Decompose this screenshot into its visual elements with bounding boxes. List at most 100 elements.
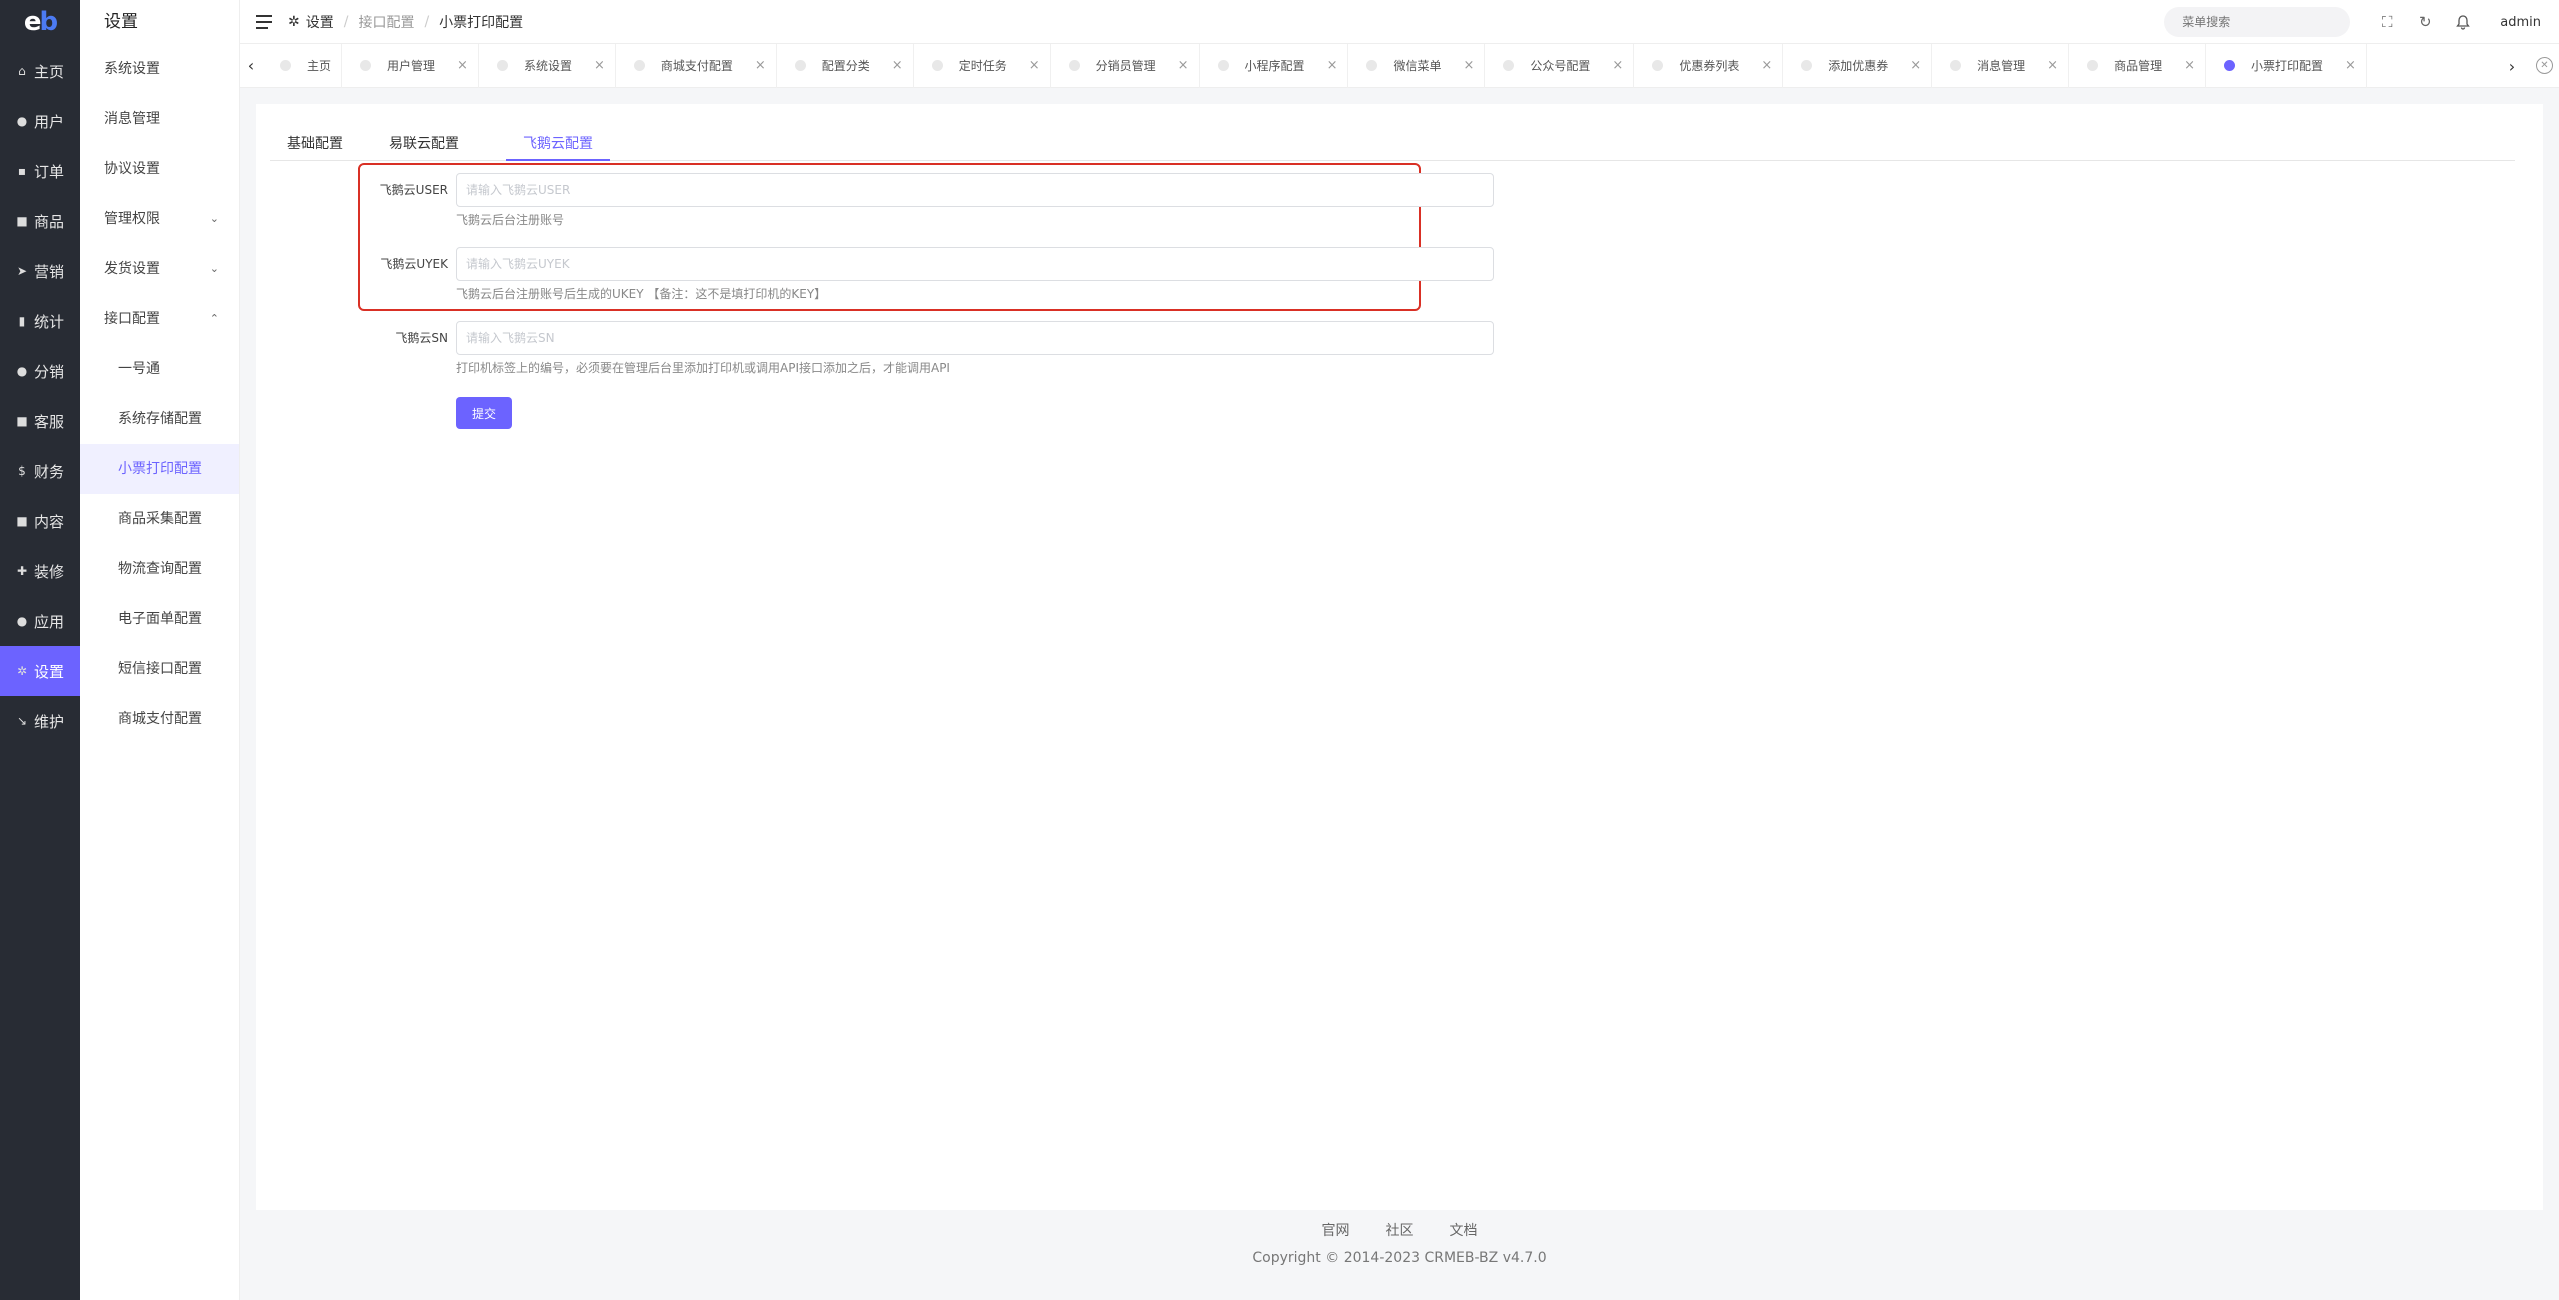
menu-toggle-icon[interactable]	[256, 14, 272, 29]
tab-label: 优惠券列表	[1679, 59, 1740, 73]
gear-icon: ✲	[288, 13, 300, 30]
sub-menu-item[interactable]: 短信接口配置	[80, 644, 239, 694]
nav-item[interactable]: ● 应用	[0, 596, 80, 646]
page-tab[interactable]: 用户管理 ×	[342, 43, 479, 88]
book-icon: ■	[16, 514, 28, 528]
tab-label: 商品管理	[2114, 59, 2163, 73]
fullscreen-icon[interactable]: ⛶	[2378, 13, 2396, 31]
tab-label: 微信菜单	[1393, 59, 1442, 73]
config-tab[interactable]: 易联云配置	[372, 128, 476, 161]
tab-status-dot	[931, 60, 943, 71]
tab-close-icon[interactable]: ×	[2345, 58, 2356, 73]
tab-status-dot	[1503, 60, 1515, 71]
page-tab[interactable]: 系统设置 ×	[479, 43, 616, 88]
page-tab[interactable]: 小程序配置 ×	[1200, 43, 1349, 88]
nav-item[interactable]: $ 财务	[0, 446, 80, 496]
page-tab[interactable]: 商品管理 ×	[2069, 43, 2206, 88]
tab-close-icon[interactable]: ×	[594, 58, 605, 73]
sub-menu-item[interactable]: 管理权限 ⌄	[80, 194, 239, 244]
tabs-scroll-right-icon[interactable]: ›	[2501, 44, 2523, 88]
nav-item[interactable]: ✲ 设置	[0, 646, 80, 696]
tab-status-dot	[633, 60, 645, 71]
user-name[interactable]: admin	[2500, 15, 2541, 30]
main-nav: ⌂ 主页 ● 用户 ▪ 订单 ■ 商品 ➤ 营销 ▮ 统计 ● 分销 ■ 客服 $ 财务 ■ 内容 ✚ 装修 ● 应用 ✲ 设置 ↘…	[0, 46, 80, 746]
tab-close-icon[interactable]: ×	[1029, 58, 1040, 73]
nav-item[interactable]: ↘ 维护	[0, 696, 80, 746]
nav-item-label: 商品	[33, 212, 64, 231]
chat-icon: ■	[16, 414, 28, 428]
tab-close-icon[interactable]: ×	[1612, 58, 1623, 73]
sub-menu-item[interactable]: 发货设置 ⌄	[80, 244, 239, 294]
tab-close-icon[interactable]: ×	[1761, 58, 1772, 73]
page-tab[interactable]: 商城支付配置 ×	[616, 43, 777, 88]
sub-menu-item[interactable]: 接口配置 ⌃	[80, 294, 239, 344]
page-tab[interactable]: 分销员管理 ×	[1051, 43, 1200, 88]
nav-item[interactable]: ▮ 统计	[0, 296, 80, 346]
tab-close-icon[interactable]: ×	[1463, 58, 1474, 73]
copyright: Copyright © 2014-2023 CRMEB-BZ v4.7.0	[1252, 1250, 1547, 1266]
nav-item[interactable]: ➤ 营销	[0, 246, 80, 296]
tab-status-dot	[1652, 60, 1664, 71]
breadcrumb-mid[interactable]: 接口配置	[358, 12, 414, 32]
header-actions: ⛶ ↻ admin	[2164, 0, 2541, 44]
tab-close-icon[interactable]: ×	[2184, 58, 2195, 73]
sub-menu-item[interactable]: 商品采集配置	[80, 494, 239, 544]
tab-close-icon[interactable]: ×	[457, 58, 468, 73]
page-tab[interactable]: 优惠券列表 ×	[1634, 43, 1784, 88]
sub-menu-item[interactable]: 商城支付配置	[80, 694, 239, 744]
page-tab[interactable]: 微信菜单 ×	[1348, 43, 1486, 88]
tab-close-icon[interactable]: ×	[1910, 58, 1921, 73]
nav-item[interactable]: ⌂ 主页	[0, 46, 80, 96]
nav-item[interactable]: ✚ 装修	[0, 546, 80, 596]
sub-menu-item[interactable]: 一号通	[80, 344, 239, 394]
logo[interactable]: eb	[0, 0, 80, 44]
page-tab[interactable]: 主页	[262, 43, 343, 88]
sub-menu-item[interactable]: 协议设置	[80, 144, 239, 194]
page-tab[interactable]: 定时任务 ×	[914, 43, 1051, 88]
tab-close-icon[interactable]: ×	[2047, 58, 2058, 73]
config-tab[interactable]: 基础配置	[270, 128, 360, 161]
footer-link[interactable]: 官网	[1322, 1223, 1350, 1239]
submit-button[interactable]: 提交	[456, 397, 512, 429]
close-all-tabs-icon[interactable]: ✕	[2536, 57, 2553, 74]
nav-item[interactable]: ● 用户	[0, 96, 80, 146]
sub-menu-item-label: 电子面单配置	[118, 611, 202, 627]
footer-link[interactable]: 社区	[1386, 1223, 1414, 1239]
page-tab[interactable]: 添加优惠券 ×	[1783, 43, 1933, 88]
breadcrumb-root[interactable]: 设置	[306, 12, 334, 32]
nav-item[interactable]: ■ 商品	[0, 196, 80, 246]
user-icon: ●	[16, 114, 28, 128]
sub-menu-item[interactable]: 消息管理	[80, 94, 239, 144]
sub-menu-item[interactable]: 物流查询配置	[80, 544, 239, 594]
tab-label: 商城支付配置	[660, 59, 733, 73]
uyek-input[interactable]	[456, 247, 1494, 281]
user-input[interactable]	[456, 173, 1494, 207]
sub-menu-item[interactable]: 小票打印配置	[80, 444, 239, 494]
bell-icon[interactable]	[2454, 13, 2472, 31]
config-tab[interactable]: 飞鹅云配置	[506, 128, 610, 161]
nav-item[interactable]: ▪ 订单	[0, 146, 80, 196]
nav-item[interactable]: ● 分销	[0, 346, 80, 396]
tab-status-dot	[1801, 60, 1813, 71]
tab-close-icon[interactable]: ×	[1178, 58, 1189, 73]
page-tab[interactable]: 消息管理 ×	[1932, 43, 2070, 88]
refresh-icon[interactable]: ↻	[2416, 13, 2434, 31]
sub-menu-item[interactable]: 系统存储配置	[80, 394, 239, 444]
tab-close-icon[interactable]: ×	[892, 58, 903, 73]
nav-item[interactable]: ■ 内容	[0, 496, 80, 546]
goods-icon: ■	[16, 214, 28, 228]
nav-item[interactable]: ■ 客服	[0, 396, 80, 446]
tabs-scroll-left-icon[interactable]: ‹	[240, 44, 262, 88]
nav-item-label: 用户	[33, 112, 64, 131]
page-tab[interactable]: 配置分类 ×	[777, 43, 914, 88]
breadcrumb: ✲ 设置 / 接口配置 / 小票打印配置	[288, 12, 523, 32]
sn-input[interactable]	[456, 321, 1494, 355]
sub-menu-item[interactable]: 系统设置	[80, 44, 239, 94]
tab-close-icon[interactable]: ×	[1327, 58, 1338, 73]
tab-close-icon[interactable]: ×	[755, 58, 766, 73]
page-tab[interactable]: 公众号配置 ×	[1485, 43, 1635, 88]
sub-menu-item[interactable]: 电子面单配置	[80, 594, 239, 644]
page-tab[interactable]: 小票打印配置 ×	[2206, 43, 2367, 88]
menu-search-input[interactable]	[2164, 7, 2351, 37]
footer-link[interactable]: 文档	[1450, 1223, 1478, 1239]
